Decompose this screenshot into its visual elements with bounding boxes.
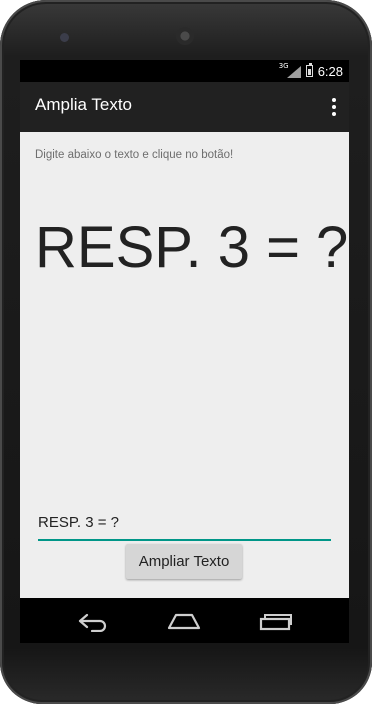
ampliar-texto-button[interactable]: Ampliar Texto bbox=[126, 544, 242, 579]
back-icon[interactable] bbox=[76, 610, 108, 632]
device-screen: 3G 6:28 Amplia Texto Digite abaixo o tex… bbox=[20, 60, 349, 643]
app-title: Amplia Texto bbox=[35, 95, 133, 114]
main-content: Digite abaixo o texto e clique no botão!… bbox=[20, 132, 349, 598]
recent-apps-icon[interactable] bbox=[258, 610, 294, 632]
front-camera bbox=[60, 33, 69, 42]
battery-icon bbox=[305, 63, 313, 77]
instruction-text: Digite abaixo o texto e clique no botão! bbox=[35, 149, 234, 161]
navigation-bar bbox=[20, 598, 349, 643]
signal-icon: 3G bbox=[279, 62, 301, 78]
status-bar: 3G 6:28 bbox=[20, 60, 349, 82]
status-icons: 3G 6:28 bbox=[279, 62, 343, 79]
overflow-menu-icon[interactable] bbox=[331, 98, 337, 116]
status-clock: 6:28 bbox=[317, 63, 343, 79]
enlarged-text: RESP. 3 = ? bbox=[35, 215, 349, 280]
app-bar: Amplia Texto bbox=[20, 82, 349, 132]
earpiece-speaker bbox=[176, 27, 194, 45]
phone-frame: 3G 6:28 Amplia Texto Digite abaixo o tex… bbox=[0, 0, 372, 704]
home-icon[interactable] bbox=[166, 610, 202, 632]
text-input-field bbox=[38, 507, 331, 541]
text-input[interactable] bbox=[38, 507, 331, 537]
